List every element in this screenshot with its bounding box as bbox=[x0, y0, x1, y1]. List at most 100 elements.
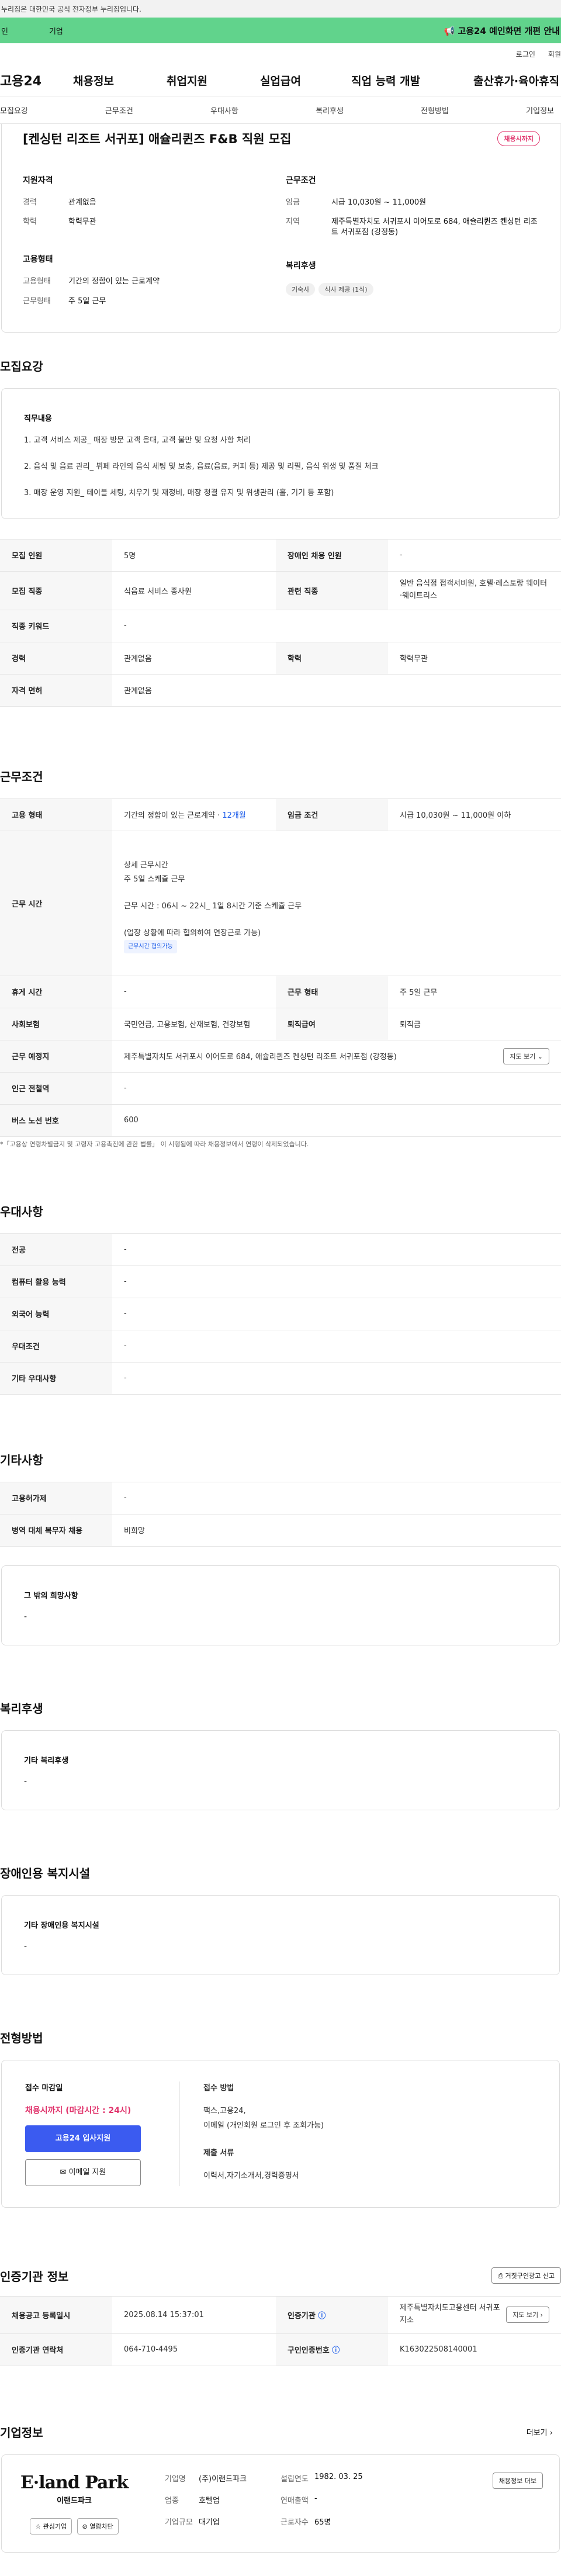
email-apply-button[interactable]: ✉ 이메일 지원 bbox=[25, 2159, 141, 2186]
menu-unemployment[interactable]: 실업급여 bbox=[260, 72, 351, 88]
cell-value: - bbox=[112, 1297, 561, 1330]
cert-map-button[interactable]: 지도 보기 › bbox=[506, 2307, 549, 2323]
company-header: 기업정보 더보기 › bbox=[0, 2423, 561, 2440]
section-heading-process: 전형방법 bbox=[0, 2031, 43, 2045]
cell-key: 임금 조건 bbox=[276, 798, 388, 831]
emp-period: 12개월 bbox=[222, 811, 246, 821]
company-info: 기업명 (주)이랜드파크 설립연도 1982. 03. 25 업종 호텔업 연매출액 - 기… bbox=[165, 2473, 396, 2527]
table-row: 전공 - bbox=[0, 1233, 561, 1266]
summary-grid: 지원자격 경력 관계없음 학력 학력무관 고용형태 고용형태 기간의 정함이 있는 근… bbox=[23, 174, 540, 316]
cell-value: - bbox=[112, 975, 276, 1008]
cell-key: 외국어 능력 bbox=[0, 1297, 112, 1330]
deadline-value: 채용시까지 (마감시간 : 24시) bbox=[25, 2105, 131, 2115]
duty-title: 직무내용 bbox=[24, 414, 52, 423]
cell-value: - bbox=[112, 1329, 561, 1363]
cell-key: 모집 직종 bbox=[0, 570, 112, 610]
map-button-label: 지도 보기 bbox=[510, 1052, 536, 1060]
site-logo[interactable]: 고용24 bbox=[0, 71, 73, 89]
menu-job-training[interactable]: 직업 능력 개발 bbox=[351, 72, 473, 88]
time-line: (업장 상황에 따라 협의하여 연장근로 가능) bbox=[124, 928, 261, 938]
info-key: 기업규모 bbox=[165, 2518, 193, 2527]
report-button[interactable]: ⎙ 거짓구인광고 신고 bbox=[491, 2267, 561, 2284]
area-value: 제주특별자치도 서귀포시 이어도로 684, 애슐리퀸즈 켄싱턴 리조트 서귀포… bbox=[331, 217, 538, 237]
table-row: 자격 면허 관계없음 bbox=[0, 673, 561, 707]
tab-company[interactable]: 기업정보 bbox=[526, 105, 554, 116]
table-row: 병역 대체 복무자 채용 비희망 bbox=[0, 1513, 561, 1547]
cell-key: 기타 우대사항 bbox=[0, 1361, 112, 1395]
interest-label: 관심기업 bbox=[43, 2522, 67, 2530]
age-footnote: *「고용상 연령차별금지 및 고령자 고용촉진에 관한 법률」 이 시행됨에 따… bbox=[0, 1140, 309, 1148]
table-row: 외국어 능력 - bbox=[0, 1297, 561, 1330]
tab-process[interactable]: 전형방법 bbox=[421, 105, 449, 116]
cell-value: 식음료 서비스 종사원 bbox=[112, 570, 276, 610]
notice-banner[interactable]: 인 기업 📢 고용24 예인화면 개편 안내 bbox=[0, 18, 561, 43]
table-row: 휴게 시간 - 근무 형태 주 5일 근무 bbox=[0, 975, 561, 1008]
cell-value: - bbox=[112, 1233, 561, 1266]
menu-employment-support[interactable]: 취업지원 bbox=[167, 72, 260, 88]
cell-key: 모집 인원 bbox=[0, 538, 112, 572]
cell-value: 주 5일 근무 bbox=[388, 975, 561, 1008]
welfare-card: 기타 복리후생 - bbox=[1, 1730, 560, 1810]
cell-key: 우대조건 bbox=[0, 1329, 112, 1363]
method-line: 팩스,고용24, bbox=[203, 2106, 246, 2115]
tab-conditions[interactable]: 근무조건 bbox=[105, 105, 133, 116]
table-row: 근무 시간 상세 근무시간 주 5일 스케쥴 근무 근무 시간 : 06시 ~ … bbox=[0, 830, 561, 976]
etc-wish-card: 그 밖의 희망사항 - bbox=[1, 1565, 560, 1645]
apply-button[interactable]: 고용24 입사지원 bbox=[25, 2125, 141, 2152]
area-label: 지역 bbox=[286, 217, 300, 227]
cell-value: 국민연금, 고용보험, 산재보험, 건강보험 bbox=[112, 1007, 276, 1040]
section-heading-cert: 인증기관 정보 bbox=[0, 2269, 69, 2284]
menu-parental-leave[interactable]: 출산휴가·육아휴직 bbox=[473, 72, 559, 88]
recruit-table: 모집 인원 5명 장애인 채용 인원 - 모집 직종 식음료 서비스 종사원 관련 직종 일… bbox=[0, 538, 561, 707]
table-row: 채용공고 등록일시 2025.08.14 15:37:01 인증기관 ⓘ 제주특별자치… bbox=[0, 2295, 561, 2334]
career-value: 관계없음 bbox=[68, 198, 96, 207]
cell-value: 5명 bbox=[112, 538, 276, 572]
cell-value: - bbox=[112, 609, 561, 642]
time-detail-title: 상세 근무시간 bbox=[124, 860, 168, 870]
cert-table: 채용공고 등록일시 2025.08.14 15:37:01 인증기관 ⓘ 제주특별자치… bbox=[0, 2295, 561, 2366]
table-row: 경력 관계없음 학력 학력무관 bbox=[0, 641, 561, 675]
welfare-heading: 복리후생 bbox=[286, 261, 316, 271]
company-logo: E·land Park 이랜드파크 ☆ 관심기업 ⊘ 열람차단 bbox=[16, 2473, 133, 2534]
global-nav: 고용24 채용정보 취업지원 실업급여 직업 능력 개발 출산휴가·육아휴직 bbox=[0, 64, 561, 96]
method-title: 접수 방법 bbox=[203, 2083, 234, 2093]
banner-left-2: 기업 bbox=[49, 27, 63, 36]
cell-value: - bbox=[112, 1481, 561, 1515]
cell-key: 관련 직종 bbox=[276, 570, 388, 610]
cell-key: 자격 면허 bbox=[0, 673, 112, 707]
cell-value: - bbox=[388, 538, 561, 572]
tab-preference[interactable]: 우대사항 bbox=[210, 105, 238, 116]
login-link[interactable]: 로그인 bbox=[516, 49, 535, 59]
info-icon[interactable]: ⓘ bbox=[332, 2346, 340, 2355]
table-row: 인근 전철역 - bbox=[0, 1071, 561, 1105]
section-heading-welfare: 복리후생 bbox=[0, 1701, 43, 1716]
menu-job-info[interactable]: 채용정보 bbox=[73, 72, 167, 88]
disabled-title: 기타 장애인용 복지시설 bbox=[24, 1921, 99, 1930]
cell-key: 휴게 시간 bbox=[0, 975, 112, 1008]
docs-value: 이력서,자기소개서,경력증명서 bbox=[203, 2171, 299, 2180]
duty-item: 2. 음식 및 음료 관리_ 뷔페 라인의 음식 세팅 및 보충, 음료(음료,… bbox=[24, 462, 379, 471]
cell-key-text: 구인인증번호 bbox=[288, 2346, 330, 2356]
map-button[interactable]: 지도 보기 ⌄ bbox=[503, 1047, 549, 1064]
block-button[interactable]: ⊘ 열람차단 bbox=[77, 2518, 119, 2534]
company-card: E·land Park 이랜드파크 ☆ 관심기업 ⊘ 열람차단 기업명 (주)이랜… bbox=[1, 2454, 560, 2553]
company-jobs-button[interactable]: 채용정보 더보 bbox=[492, 2472, 543, 2489]
disabled-card: 기타 장애인용 복지시설 - bbox=[1, 1894, 560, 1975]
banner-notice[interactable]: 📢 고용24 예인화면 개편 안내 bbox=[444, 25, 560, 37]
info-icon[interactable]: ⓘ bbox=[318, 2312, 325, 2321]
member-link[interactable]: 회원 bbox=[548, 49, 561, 59]
edu-label: 학력 bbox=[23, 217, 37, 227]
deadline-title: 접수 마감일 bbox=[25, 2083, 63, 2093]
tab-recruit[interactable]: 모집요강 bbox=[0, 105, 28, 116]
table-row: 버스 노선 번호 600 bbox=[0, 1104, 561, 1137]
emp-heading: 고용형태 bbox=[23, 255, 53, 265]
tab-welfare[interactable]: 복리후생 bbox=[316, 105, 344, 116]
cell-key: 전공 bbox=[0, 1233, 112, 1266]
cell-value: K163022508140001 bbox=[388, 2333, 561, 2366]
interest-button[interactable]: ☆ 관심기업 bbox=[30, 2518, 72, 2534]
table-row: 사회보험 국민연금, 고용보험, 산재보험, 건강보험 퇴직급여 퇴직금 bbox=[0, 1007, 561, 1040]
mail-icon: ✉ bbox=[60, 2167, 67, 2177]
worktype-value: 주 5일 근무 bbox=[68, 296, 106, 306]
more-link[interactable]: 더보기 › bbox=[527, 2426, 553, 2437]
cell-key: 퇴직급여 bbox=[276, 1007, 388, 1040]
